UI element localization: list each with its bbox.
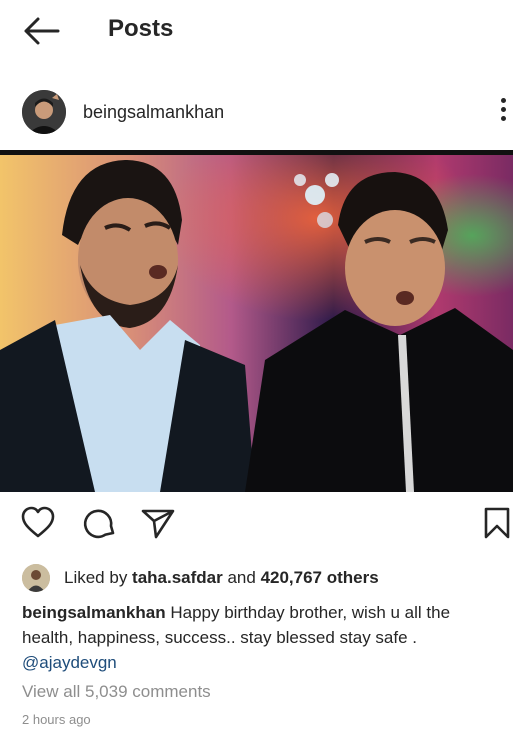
back-button[interactable] — [22, 16, 62, 46]
more-dot — [500, 98, 506, 103]
first-liker-username[interactable]: taha.safdar — [132, 568, 223, 587]
comment-icon — [83, 509, 115, 539]
more-options-button[interactable] — [492, 98, 513, 126]
post-timestamp: 2 hours ago — [22, 712, 91, 727]
arrow-left-icon — [24, 17, 60, 45]
caption-username[interactable]: beingsalmankhan — [22, 603, 166, 622]
heart-icon — [21, 506, 55, 538]
caption-mention[interactable]: @ajaydevgn — [22, 653, 117, 672]
liker-avatar[interactable] — [22, 564, 50, 592]
post-actions — [0, 505, 513, 545]
post-username[interactable]: beingsalmankhan — [83, 102, 224, 123]
send-icon — [141, 509, 175, 539]
likes-prefix: Liked by — [64, 568, 133, 587]
comment-button[interactable] — [82, 505, 118, 541]
likes-row: Liked by taha.safdar and 420,767 others — [0, 562, 513, 592]
likes-conjunction: and — [222, 568, 261, 587]
more-dot — [500, 107, 506, 112]
likes-text[interactable]: Liked by taha.safdar and 420,767 others — [64, 568, 379, 588]
bookmark-icon — [484, 507, 510, 539]
top-bar: Posts — [0, 0, 513, 62]
more-dot — [500, 116, 506, 121]
view-comments-link[interactable]: View all 5,039 comments — [22, 682, 211, 702]
post-header: beingsalmankhan — [0, 85, 513, 140]
save-button[interactable] — [482, 505, 512, 541]
post-caption: beingsalmankhan Happy birthday brother, … — [22, 600, 492, 675]
share-button[interactable] — [140, 505, 176, 541]
post-image[interactable] — [0, 150, 513, 492]
avatar[interactable] — [22, 90, 66, 134]
likes-others-count[interactable]: 420,767 others — [261, 568, 379, 587]
page-title: Posts — [108, 15, 174, 42]
like-button[interactable] — [20, 505, 56, 541]
